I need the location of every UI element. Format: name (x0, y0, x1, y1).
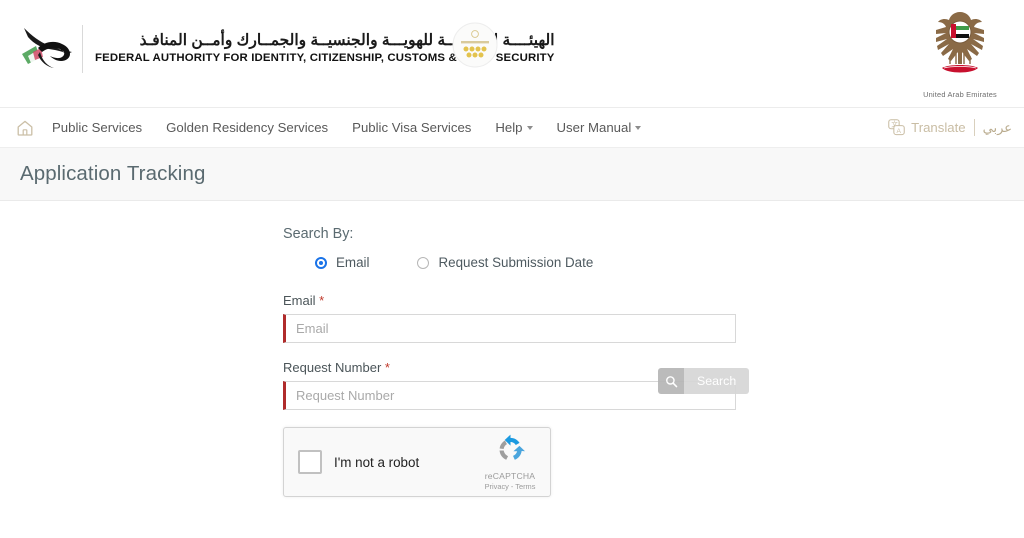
translate-button[interactable]: 文 A Translate (888, 119, 966, 136)
chevron-down-icon (635, 125, 642, 130)
nav-items: Public Services Golden Residency Service… (52, 120, 653, 135)
brand-divider (82, 25, 83, 73)
radio-option-request-submission-date[interactable]: Request Submission Date (417, 255, 593, 270)
translate-icon: 文 A (888, 119, 905, 136)
request-number-label-text: Request Number (283, 360, 382, 375)
nav-item-public-visa-services[interactable]: Public Visa Services (340, 120, 483, 135)
nav-label: Golden Residency Services (166, 120, 329, 135)
required-asterisk: * (319, 293, 325, 308)
nav-item-help[interactable]: Help (483, 120, 544, 135)
anniversary-emblem-icon (452, 22, 498, 68)
page-content: Search By: Email Request Submission Date… (0, 201, 1024, 538)
email-field-label: Email * (283, 293, 736, 308)
recaptcha-brand-name: reCAPTCHA (484, 470, 536, 481)
search-button[interactable]: Search (658, 368, 750, 394)
nav-item-public-services[interactable]: Public Services (52, 120, 154, 135)
recaptcha-logo-icon (499, 434, 525, 460)
email-label-text: Email (283, 293, 316, 308)
page-title-band: Application Tracking (0, 148, 1024, 201)
radio-label-email: Email (336, 255, 370, 270)
nav-label: User Manual (556, 120, 632, 135)
nav-item-golden-residency-services[interactable]: Golden Residency Services (154, 120, 340, 135)
application-tracking-form: Search By: Email Request Submission Date… (283, 226, 736, 497)
radio-label-request-submission-date: Request Submission Date (438, 255, 594, 270)
uae-falcon-emblem-icon (936, 12, 984, 73)
site-header: الهيئــــة الاتحاديــة للهويـــة والجنسي… (0, 0, 1024, 108)
falcon-logo-icon (22, 28, 72, 68)
radio-mark-request-submission-date[interactable] (417, 256, 430, 269)
arabic-language-link[interactable]: عربي (983, 120, 1014, 136)
recaptcha-widget[interactable]: I'm not a robot reCAPTCHA Privacy - Term… (283, 427, 551, 497)
uae-emblem-caption: United Arab Emirates (923, 90, 997, 99)
nav-label: Public Services (52, 120, 143, 135)
search-icon (658, 368, 684, 394)
radio-option-email[interactable]: Email (315, 255, 369, 270)
home-icon[interactable] (14, 117, 36, 139)
search-button-label: Search (684, 368, 750, 394)
nav-label: Help (495, 120, 523, 135)
recaptcha-terms[interactable]: Privacy - Terms (478, 482, 542, 491)
chevron-down-icon (526, 125, 533, 130)
recaptcha-brand: reCAPTCHA Privacy - Terms (478, 434, 550, 491)
field-group-email: Email * (283, 293, 736, 343)
search-by-label: Search By: (283, 226, 354, 242)
main-navigation: Public Services Golden Residency Service… (0, 108, 1024, 148)
nav-right-group: 文 A Translate عربي (888, 119, 1014, 136)
nav-item-user-manual[interactable]: User Manual (545, 120, 654, 135)
translate-label: Translate (911, 120, 966, 135)
svg-text:A: A (897, 128, 902, 135)
page-title: Application Tracking (20, 162, 206, 185)
email-input[interactable] (283, 314, 736, 343)
recaptcha-label: I'm not a robot (334, 454, 420, 470)
recaptcha-checkbox[interactable] (298, 450, 322, 474)
search-by-radio-group: Email Request Submission Date (315, 255, 736, 270)
required-asterisk: * (384, 360, 390, 375)
radio-mark-email[interactable] (315, 256, 327, 269)
nav-label: Public Visa Services (352, 120, 472, 135)
nav-divider (973, 119, 975, 136)
uae-emblem-block: United Arab Emirates (912, 6, 1008, 99)
